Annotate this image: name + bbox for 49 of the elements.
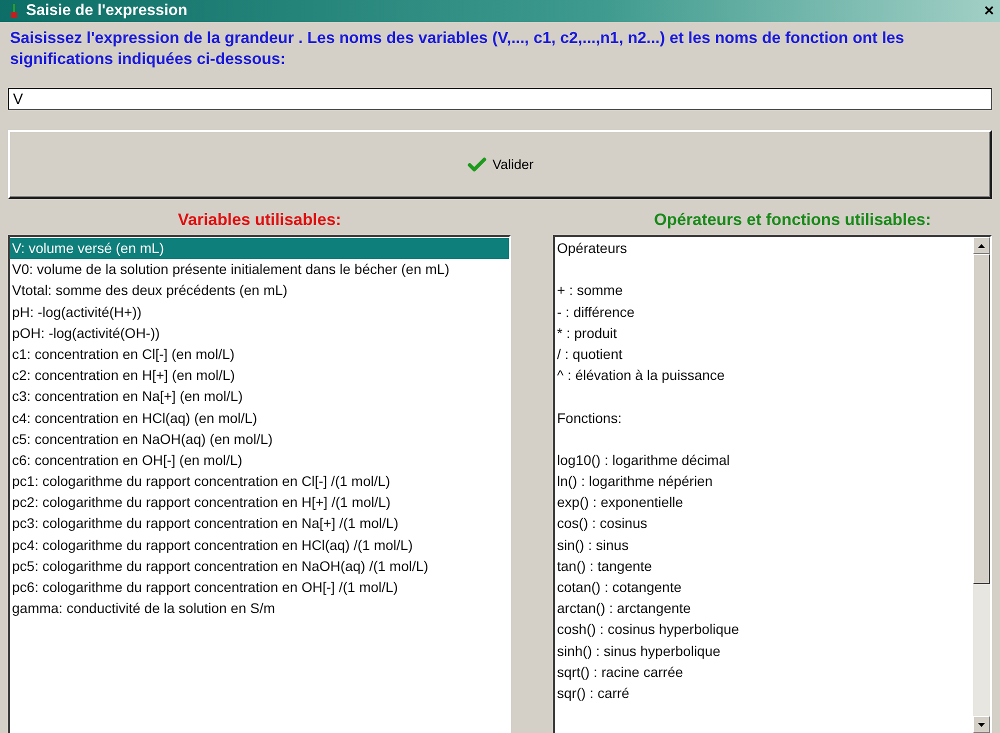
variable-item[interactable]: V0: volume de la solution présente initialement dans le bécher (en mL): [10, 259, 509, 280]
variable-item[interactable]: c1: concentration en Cl[-] (en mol/L): [10, 344, 509, 366]
close-button[interactable]: ×: [982, 2, 996, 20]
operator-item: cotan() : cotangente: [556, 578, 683, 597]
scroll-up-icon[interactable]: [973, 237, 990, 254]
operator-item: sinh() : sinus hyperbolique: [556, 642, 722, 661]
validate-button[interactable]: Valider: [8, 130, 992, 199]
window-title: Saisie de l'expression: [26, 2, 188, 20]
variable-item[interactable]: pc5: cologarithme du rapport concentration en NaOH(aq) /(1 mol/L): [10, 556, 509, 577]
variable-item[interactable]: pc3: cologarithme du rapport concentration en Na[+] /(1 mol/L): [10, 513, 509, 535]
operator-item: tan() : tangente: [556, 556, 653, 576]
operator-item: arctan() : arctangente: [556, 599, 692, 618]
variable-item[interactable]: c3: concentration en Na[+] (en mol/L): [10, 386, 509, 408]
operator-item: exp() : exponentielle: [556, 493, 684, 512]
variable-item[interactable]: c5: concentration en NaOH(aq) (en mol/L): [10, 428, 509, 450]
operator-item: * : produit: [556, 324, 618, 343]
operator-item: cosh() : cosinus hyperbolique: [556, 620, 740, 640]
variable-item[interactable]: pc2: cologarithme du rapport concentration en H[+] /(1 mol/L): [10, 492, 509, 514]
expression-field[interactable]: V: [8, 88, 992, 110]
operators-heading: Opérateurs et fonctions utilisables:: [653, 211, 932, 231]
operator-item: / : quotient: [556, 344, 624, 364]
variable-item[interactable]: c4: concentration en HCl(aq) (en mol/L): [10, 408, 509, 429]
variable-item[interactable]: pH: -log(activité(H+)): [10, 302, 509, 323]
instruction-text: Saisissez l'expression de la grandeur . Les noms des variables (V,..., c1, c2,...,n1, n2...) et les noms de fonction ont les significations indiquées ci-dessous:: [10, 29, 906, 70]
variable-item[interactable]: pc6: cologarithme du rapport concentration en OH[-] /(1 mol/L): [10, 577, 509, 598]
operator-item: - : différence: [556, 302, 636, 322]
operator-item: sin() : sinus: [556, 536, 630, 555]
operator-item: ln() : logarithme népérien: [556, 472, 714, 492]
variable-item[interactable]: Vtotal: somme des deux précédents (en mL): [10, 280, 509, 302]
operator-item: cos() : cosinus: [556, 514, 648, 534]
variable-item[interactable]: pOH: -log(activité(OH-)): [10, 322, 509, 344]
operator-item: sqr() : carré: [556, 684, 630, 703]
section-title: Fonctions:: [556, 408, 623, 428]
variables-heading: Variables utilisables:: [176, 211, 342, 231]
variable-item[interactable]: c6: concentration en OH[-] (en mol/L): [10, 450, 509, 472]
variable-item[interactable]: c2: concentration en H[+] (en mol/L): [10, 365, 509, 386]
variable-item[interactable]: gamma: conductivité de la solution en S/m: [10, 598, 509, 620]
variable-item[interactable]: V: volume versé (en mL): [10, 238, 509, 260]
section-title: Opérateurs: [556, 239, 628, 258]
variable-item[interactable]: pc1: cologarithme du rapport concentration en Cl[-] /(1 mol/L): [10, 471, 509, 492]
operator-item: log10() : logarithme décimal: [556, 450, 731, 470]
app-icon: [10, 4, 18, 18]
operator-item: sqrt() : racine carrée: [556, 662, 684, 682]
scroll-thumb[interactable]: [973, 254, 990, 584]
operator-item: + : somme: [556, 281, 624, 300]
operator-item: ^ : élévation à la puissance: [556, 366, 726, 386]
scrollbar[interactable]: [973, 237, 990, 733]
scroll-down-icon[interactable]: [973, 716, 990, 733]
variable-item[interactable]: pc4: cologarithme du rapport concentration en HCl(aq) /(1 mol/L): [10, 534, 509, 556]
